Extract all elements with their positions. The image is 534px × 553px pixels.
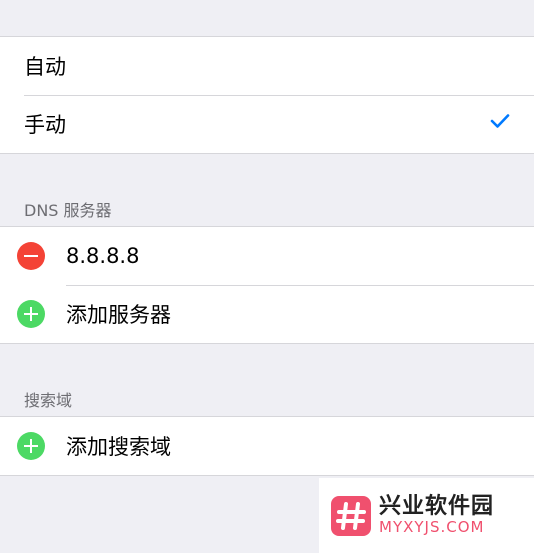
add-icon[interactable] xyxy=(17,300,45,328)
dns-server-group: 8.8.8.8 添加服务器 xyxy=(0,226,534,344)
add-search-domain-label: 添加搜索域 xyxy=(66,435,171,459)
search-domain-group: 添加搜索域 xyxy=(0,416,534,476)
watermark-cn: 兴业软件园 xyxy=(379,494,495,520)
add-search-domain-row[interactable]: 添加搜索域 xyxy=(0,417,534,475)
watermark-en: MYXYJS.COM xyxy=(379,518,485,537)
watermark: 兴业软件园 MYXYJS.COM xyxy=(319,478,534,553)
watermark-text: 兴业软件园 MYXYJS.COM xyxy=(379,494,495,537)
dns-server-row[interactable]: 8.8.8.8 xyxy=(0,227,534,285)
checkmark-icon xyxy=(490,113,510,133)
add-icon[interactable] xyxy=(17,432,45,460)
search-domain-section-header: 搜索域 xyxy=(24,391,73,410)
dns-section-header: DNS 服务器 xyxy=(24,201,112,220)
dns-server-address: 8.8.8.8 xyxy=(66,244,140,268)
mode-option-manual[interactable]: 手动 xyxy=(0,95,534,153)
add-server-row[interactable]: 添加服务器 xyxy=(0,285,534,343)
mode-option-label: 手动 xyxy=(24,113,66,137)
add-server-label: 添加服务器 xyxy=(66,303,171,327)
mode-option-automatic[interactable]: 自动 xyxy=(0,37,534,95)
dns-mode-group: 自动 手动 xyxy=(0,36,534,154)
hash-logo-icon xyxy=(331,495,371,536)
mode-option-label: 自动 xyxy=(24,55,66,79)
remove-icon[interactable] xyxy=(17,242,45,270)
